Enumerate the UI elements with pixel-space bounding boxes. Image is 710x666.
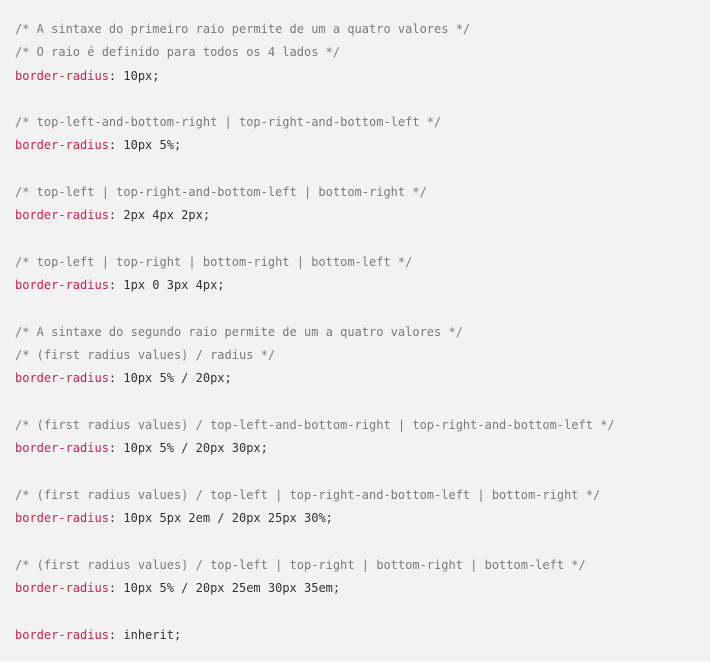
code-comment-line: /* (first radius values) / top-left | to… <box>15 484 710 507</box>
css-property-name: border-radius <box>15 371 109 386</box>
colon-separator: : <box>108 68 124 83</box>
code-comment-line: /* top-left-and-bottom-right | top-right… <box>15 111 710 134</box>
code-declaration-line: border-radius: 2px 4px 2px; <box>15 204 710 227</box>
code-declaration-line: border-radius: inherit; <box>15 624 710 647</box>
css-property-value: 1px 0 3px 4px; <box>123 278 225 293</box>
code-declaration-line: border-radius: 10px 5% / 20px; <box>15 367 710 390</box>
colon-separator: : <box>108 278 124 293</box>
code-declaration-line: border-radius: 1px 0 3px 4px; <box>15 274 710 297</box>
css-property-value: 10px 5% / 20px; <box>123 371 232 386</box>
colon-separator: : <box>108 138 124 153</box>
colon-separator: : <box>108 511 124 526</box>
colon-separator: : <box>108 371 124 386</box>
colon-separator: : <box>108 581 124 596</box>
code-comment-line: /* O raio é definido para todos os 4 lad… <box>15 41 710 64</box>
comment-text: /* top-left-and-bottom-right | top-right… <box>15 115 442 130</box>
colon-separator: : <box>108 208 124 223</box>
code-comment-line: /* (first radius values) / radius */ <box>15 344 710 367</box>
code-declaration-line: border-radius: 10px 5%; <box>15 134 710 157</box>
code-comment-line: /* A sintaxe do segundo raio permite de … <box>15 321 710 344</box>
code-comment-line: /* A sintaxe do primeiro raio permite de… <box>15 18 710 41</box>
css-property-name: border-radius <box>15 511 109 526</box>
colon-separator: : <box>108 441 124 456</box>
code-declaration-line: border-radius: 10px 5% / 20px 30px; <box>15 437 710 460</box>
css-property-value: 10px 5px 2em / 20px 25px 30%; <box>123 511 333 526</box>
comment-text: /* (first radius values) / radius */ <box>15 348 276 363</box>
code-comment-line: /* (first radius values) / top-left | to… <box>15 554 710 577</box>
code-declaration-line: border-radius: 10px 5px 2em / 20px 25px … <box>15 507 710 530</box>
css-property-name: border-radius <box>15 278 109 293</box>
code-comment-line: /* top-left | top-right-and-bottom-left … <box>15 181 710 204</box>
code-comment-line: /* top-left | top-right | bottom-right |… <box>15 251 710 274</box>
comment-text: /* O raio é definido para todos os 4 lad… <box>15 45 341 60</box>
css-property-name: border-radius <box>15 208 109 223</box>
css-property-value: 10px 5%; <box>123 138 182 153</box>
colon-separator: : <box>108 627 124 642</box>
code-declaration-line: border-radius: 10px; <box>15 65 710 88</box>
code-block: /* A sintaxe do primeiro raio permite de… <box>0 0 710 662</box>
comment-text: /* A sintaxe do primeiro raio permite de… <box>15 22 471 36</box>
css-property-value: 10px; <box>123 68 160 83</box>
comment-text: /* A sintaxe do segundo raio permite de … <box>15 324 463 339</box>
css-property-name: border-radius <box>15 138 109 153</box>
code-declaration-line: border-radius: 10px 5% / 20px 25em 30px … <box>15 577 710 600</box>
comment-text: /* top-left | top-right-and-bottom-left … <box>15 185 427 200</box>
css-property-value: 10px 5% / 20px 30px; <box>123 441 268 456</box>
css-property-value: 10px 5% / 20px 25em 30px 35em; <box>123 581 341 596</box>
comment-text: /* (first radius values) / top-left | to… <box>15 557 586 572</box>
code-comment-line: /* (first radius values) / top-left-and-… <box>15 414 710 437</box>
comment-text: /* (first radius values) / top-left | to… <box>15 487 601 502</box>
css-property-name: border-radius <box>15 441 109 456</box>
css-property-name: border-radius <box>15 581 109 596</box>
css-property-name: border-radius <box>15 68 109 83</box>
comment-text: /* (first radius values) / top-left-and-… <box>15 418 615 433</box>
comment-text: /* top-left | top-right | bottom-right |… <box>15 254 413 269</box>
css-property-name: border-radius <box>15 627 109 642</box>
css-property-value: 2px 4px 2px; <box>123 208 211 223</box>
css-property-value: inherit; <box>123 627 182 642</box>
